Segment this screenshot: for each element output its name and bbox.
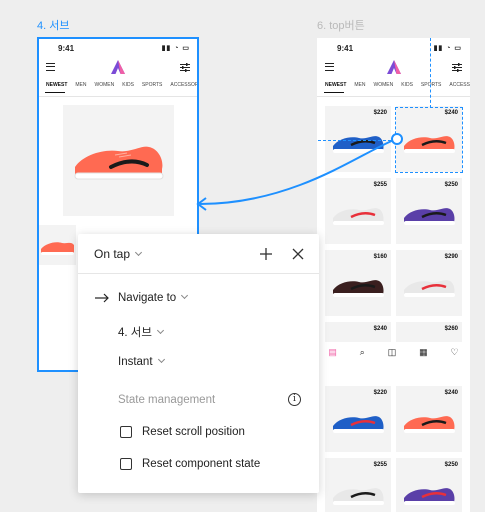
tab-sports[interactable]: SPORTS <box>142 82 162 94</box>
arrow-right-icon <box>95 293 109 303</box>
guide-line <box>430 38 431 108</box>
product-price: $250 <box>444 462 458 468</box>
shoe-image <box>333 136 384 153</box>
tab-sports[interactable]: SPORTS <box>421 82 441 94</box>
action-dropdown[interactable]: Navigate to <box>118 291 189 304</box>
menu-icon[interactable] <box>46 63 55 71</box>
shoe-image <box>404 280 455 297</box>
heart-icon[interactable]: ♡ <box>450 347 458 358</box>
product-price: $250 <box>444 182 458 188</box>
tab-men[interactable]: MEN <box>354 82 365 94</box>
active-tab-indicator <box>324 92 344 93</box>
shoe-image <box>41 242 74 255</box>
shoe-image <box>404 488 455 505</box>
shoe-image <box>404 208 455 225</box>
shoe-image <box>74 146 164 180</box>
animation-label: Instant <box>118 356 153 368</box>
reset-component-checkbox[interactable] <box>120 458 132 470</box>
search-icon[interactable]: ⌕ <box>360 347 365 358</box>
active-tab-indicator <box>45 92 65 93</box>
hotspot-selection[interactable] <box>395 107 463 173</box>
brand-logo-icon <box>386 60 401 74</box>
chevron-down-icon <box>156 326 164 335</box>
close-button[interactable] <box>290 246 306 262</box>
shoe-image <box>404 416 455 433</box>
tab-kids[interactable]: KIDS <box>122 82 134 94</box>
product-card[interactable]: $160 <box>325 250 391 316</box>
shoe-image <box>333 488 384 505</box>
menu-icon[interactable] <box>325 63 334 71</box>
product-card[interactable]: $240 <box>325 322 391 342</box>
app-bar <box>317 60 470 78</box>
frame-label-sub[interactable]: 4. 서브 <box>37 17 69 33</box>
tab-kids[interactable]: KIDS <box>401 82 413 94</box>
state-management-heading: State management <box>118 394 216 406</box>
status-icons: ▮▮ ◔ ▭ <box>161 45 190 52</box>
reset-component-label: Reset component state <box>142 458 261 470</box>
filter-icon[interactable] <box>180 63 190 72</box>
status-time: 9:41 <box>337 44 354 53</box>
product-price: $240 <box>444 390 458 396</box>
add-interaction-button[interactable] <box>258 246 274 262</box>
app-bar <box>38 60 198 78</box>
product-price: $255 <box>373 182 387 188</box>
trigger-dropdown[interactable]: On tap <box>94 247 143 261</box>
info-icon[interactable]: i <box>288 393 301 406</box>
guide-line <box>318 140 396 141</box>
product-price: $290 <box>444 254 458 260</box>
status-bar: 9:41 ▮▮ ◔ ▭ <box>38 44 198 56</box>
product-thumb[interactable] <box>38 225 76 265</box>
bottom-nav: ▤ ⌕ ◫ ▦ ♡ <box>317 342 470 362</box>
product-card[interactable]: $260 <box>396 322 462 342</box>
tab-women[interactable]: WOMEN <box>374 82 394 94</box>
product-price: $255 <box>373 462 387 468</box>
bag-icon[interactable]: ◫ <box>388 347 397 358</box>
tab-men[interactable]: MEN <box>75 82 86 94</box>
divider <box>38 96 198 97</box>
reset-scroll-checkbox[interactable] <box>120 426 132 438</box>
shoe-image <box>333 280 384 297</box>
tab-women[interactable]: WOMEN <box>95 82 115 94</box>
grid-icon[interactable]: ▦ <box>419 347 428 358</box>
divider <box>317 96 470 97</box>
product-price: $240 <box>373 326 387 332</box>
shoe-image <box>333 416 384 433</box>
animation-dropdown[interactable]: Instant <box>118 355 165 368</box>
product-card[interactable]: $290 <box>396 250 462 316</box>
product-hero-image <box>63 105 174 216</box>
product-card[interactable]: $220 <box>325 386 391 452</box>
chevron-down-icon <box>181 291 189 300</box>
home-icon[interactable]: ▤ <box>328 347 337 358</box>
product-card[interactable]: $250 <box>396 178 462 244</box>
action-label: Navigate to <box>118 292 177 304</box>
chevron-down-icon <box>157 355 165 364</box>
product-price: $260 <box>444 326 458 332</box>
status-time: 9:41 <box>58 44 75 53</box>
product-card[interactable]: $220 <box>325 106 391 172</box>
product-price: $220 <box>373 110 387 116</box>
chevron-down-icon <box>134 248 143 257</box>
status-bar: 9:41 ▮▮ ◔ ▭ <box>317 44 470 56</box>
trigger-label: On tap <box>94 247 131 261</box>
destination-label: 4. 서브 <box>118 327 152 339</box>
frame-label-top-button[interactable]: 6. top버튼 <box>317 17 365 33</box>
filter-icon[interactable] <box>452 63 462 72</box>
product-price: $160 <box>373 254 387 260</box>
panel-header: On tap <box>78 234 319 274</box>
brand-logo-icon <box>111 60 125 74</box>
product-card[interactable]: $240 <box>396 386 462 452</box>
shoe-image <box>333 208 384 225</box>
product-card[interactable]: $250 <box>396 458 462 512</box>
tab-accessories[interactable]: ACCESSORIES <box>170 82 198 94</box>
product-card[interactable]: $255 <box>325 178 391 244</box>
destination-dropdown[interactable]: 4. 서브 <box>118 324 164 340</box>
product-card[interactable]: $255 <box>325 458 391 512</box>
product-price: $220 <box>373 390 387 396</box>
reset-scroll-label: Reset scroll position <box>142 426 245 438</box>
status-icons: ▮▮ ◔ ▭ <box>433 45 462 52</box>
interaction-panel: On tap Navigate to 4. 서브 Instant State m… <box>78 234 319 493</box>
tab-accessories[interactable]: ACCESSORIES <box>449 82 470 94</box>
